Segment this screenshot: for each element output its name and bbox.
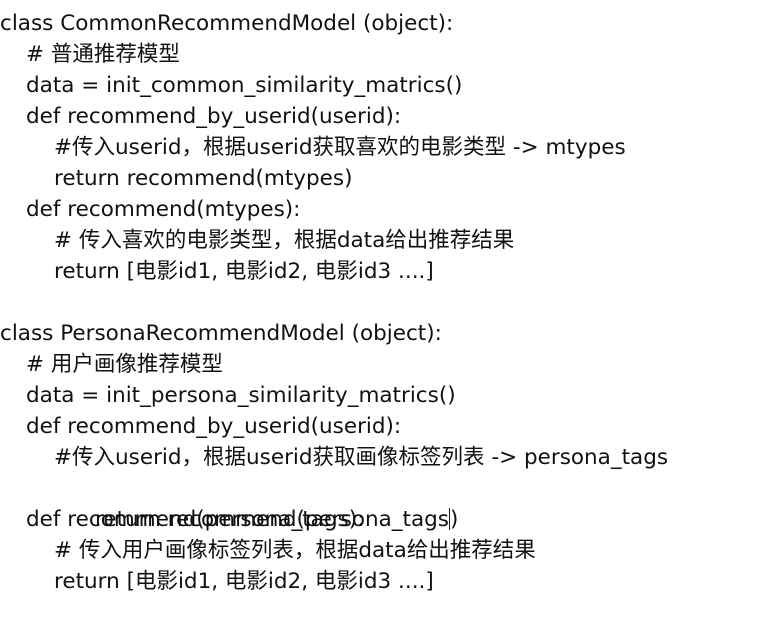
code-line: def recommend_by_userid(userid): [26,414,402,439]
code-line: def recommend(mtypes): [26,197,301,222]
class-block-common: class CommonRecommendModel (object): # 普… [0,8,777,287]
code-line: # 传入喜欢的电影类型，根据data给出推荐结果 [54,228,515,253]
code-text-after-cursor: ) [450,507,459,532]
code-document[interactable]: class CommonRecommendModel (object): # 普… [0,8,777,597]
code-line-with-cursor: return recommend(persona_tags) [0,473,777,532]
code-line: #传入userid，根据userid获取画像标签列表 -> persona_ta… [54,445,669,470]
code-line: return [电影id1, 电影id2, 电影id3 ....] [54,259,434,284]
code-line: return [电影id1, 电影id2, 电影id3 ....] [54,569,434,594]
code-line: # 传入用户画像标签列表，根据data给出推荐结果 [54,538,536,563]
code-line: class CommonRecommendModel (object): [0,11,454,36]
code-line: def recommend_by_userid(userid): [26,104,402,129]
code-line: #传入userid，根据userid获取喜欢的电影类型 -> mtypes [54,135,626,160]
code-line: data = init_common_similarity_matrics() [26,73,463,98]
code-line: data = init_persona_similarity_matrics() [26,383,456,408]
code-line: return recommend(mtypes) [54,166,353,191]
code-line: # 普通推荐模型 [26,42,180,67]
class-block-persona: class PersonaRecommendModel (object): # … [0,318,777,597]
code-line: class PersonaRecommendModel (object): [0,321,442,346]
code-line: # 用户画像推荐模型 [26,352,223,377]
